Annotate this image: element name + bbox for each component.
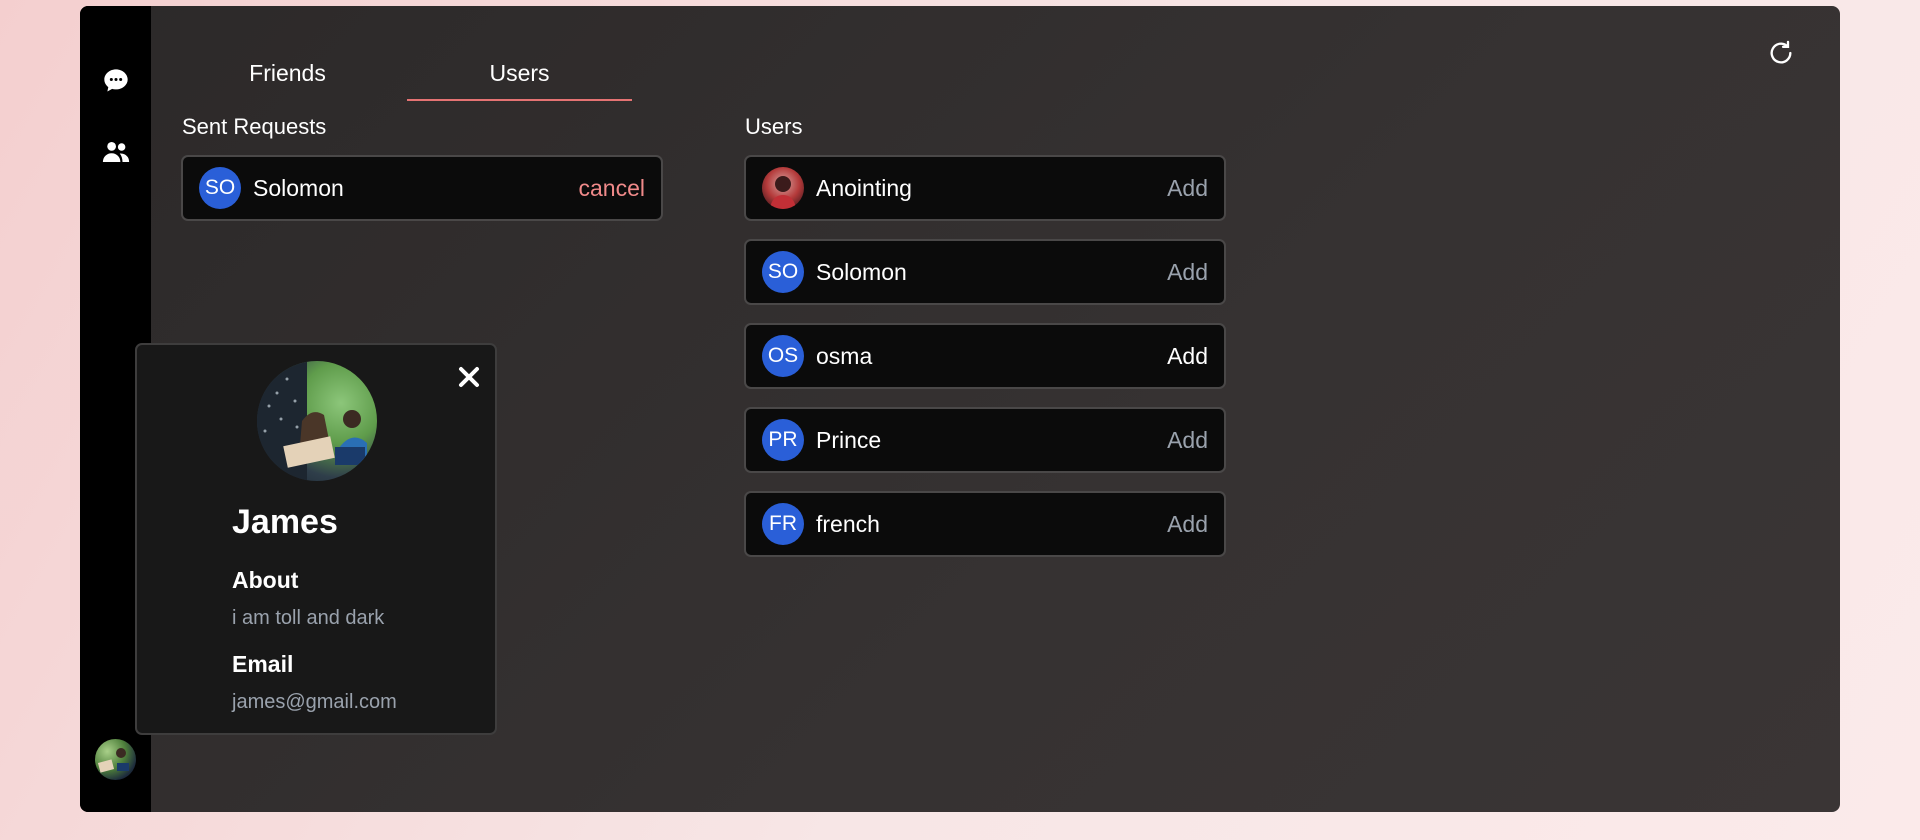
user-name: french bbox=[816, 510, 880, 537]
users-title: Users bbox=[745, 114, 803, 139]
avatar-initials: PR bbox=[762, 419, 804, 461]
user-name: Prince bbox=[816, 426, 882, 453]
avatar-initials: SO bbox=[762, 251, 804, 293]
tab-friends-label: Friends bbox=[249, 59, 326, 86]
avatar-initials: SO bbox=[199, 167, 241, 209]
add-user-button[interactable]: Add bbox=[1167, 427, 1208, 454]
user-name: Solomon bbox=[816, 258, 907, 285]
sent-request-row: SO Solomon cancel bbox=[181, 155, 663, 221]
tab-users-label: Users bbox=[489, 59, 550, 86]
email-label: Email bbox=[232, 651, 294, 677]
add-user-button[interactable]: Add bbox=[1167, 343, 1208, 370]
avatar-initials: OS bbox=[762, 335, 804, 377]
user-row: OS osma Add bbox=[744, 323, 1226, 389]
sent-requests-title: Sent Requests bbox=[182, 114, 327, 139]
user-name: Anointing bbox=[816, 174, 912, 201]
user-row: SO Solomon Add bbox=[744, 239, 1226, 305]
profile-photo bbox=[257, 361, 377, 481]
chat-bubble-icon[interactable] bbox=[100, 65, 132, 97]
avatar bbox=[762, 167, 804, 209]
user-avatar[interactable] bbox=[95, 739, 136, 780]
people-icon[interactable] bbox=[100, 136, 132, 168]
close-icon[interactable] bbox=[455, 363, 483, 391]
about-label: About bbox=[232, 567, 299, 593]
tab-users[interactable]: Users bbox=[407, 49, 632, 101]
user-row: Anointing Add bbox=[744, 155, 1226, 221]
profile-card: James About i am toll and dark Email jam… bbox=[135, 343, 497, 735]
email-text: james@gmail.com bbox=[232, 691, 397, 713]
refresh-icon[interactable] bbox=[1764, 36, 1798, 70]
about-text: i am toll and dark bbox=[232, 607, 385, 629]
request-user-name: Solomon bbox=[253, 174, 344, 201]
profile-name: James bbox=[232, 503, 338, 541]
user-row: FR french Add bbox=[744, 491, 1226, 557]
add-user-button[interactable]: Add bbox=[1167, 175, 1208, 202]
tab-friends[interactable]: Friends bbox=[175, 49, 400, 97]
add-user-button[interactable]: Add bbox=[1167, 511, 1208, 538]
avatar-initials: FR bbox=[762, 503, 804, 545]
user-row: PR Prince Add bbox=[744, 407, 1226, 473]
cancel-request-button[interactable]: cancel bbox=[579, 175, 645, 202]
user-name: osma bbox=[816, 342, 873, 369]
add-user-button[interactable]: Add bbox=[1167, 259, 1208, 286]
